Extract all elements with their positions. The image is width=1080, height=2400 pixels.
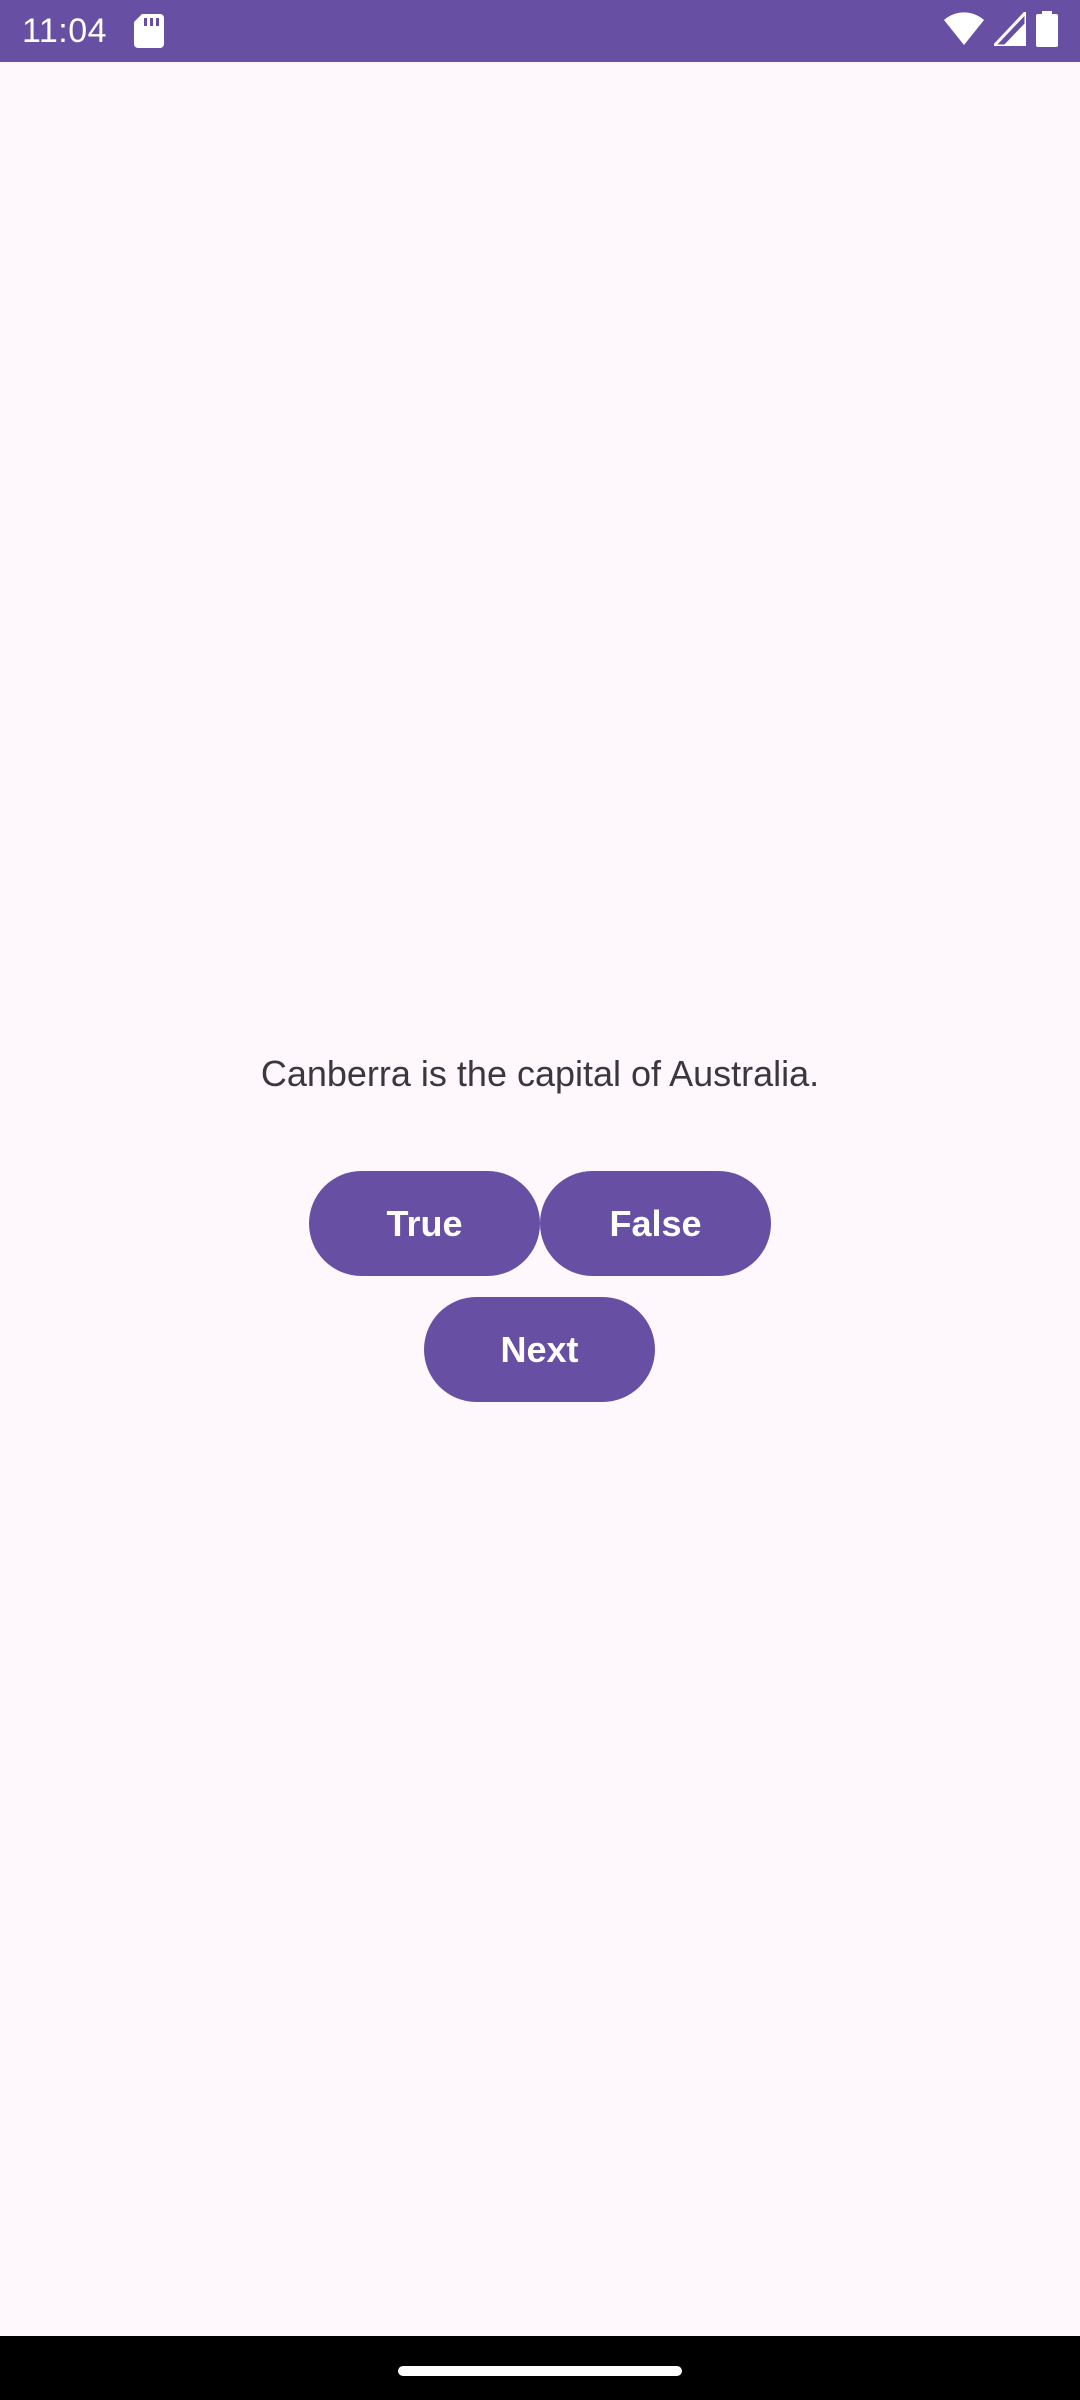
next-button[interactable]: Next xyxy=(424,1297,655,1402)
status-time: 11:04 xyxy=(22,12,108,50)
home-gesture-handle[interactable] xyxy=(398,2366,682,2376)
true-button[interactable]: True xyxy=(309,1171,540,1276)
sd-card-icon xyxy=(134,14,164,48)
wifi-icon xyxy=(944,11,984,51)
navigation-bar xyxy=(0,2336,1080,2400)
question-text: Canberra is the capital of Australia. xyxy=(260,1053,820,1094)
false-button[interactable]: False xyxy=(540,1171,771,1276)
battery-icon xyxy=(1036,10,1058,52)
quiz-screen: 11:04 Canberra is the capital of Austral… xyxy=(0,0,1080,2400)
status-icons xyxy=(944,7,1058,52)
signal-icon xyxy=(990,7,1028,51)
status-bar: 11:04 xyxy=(0,0,1080,62)
